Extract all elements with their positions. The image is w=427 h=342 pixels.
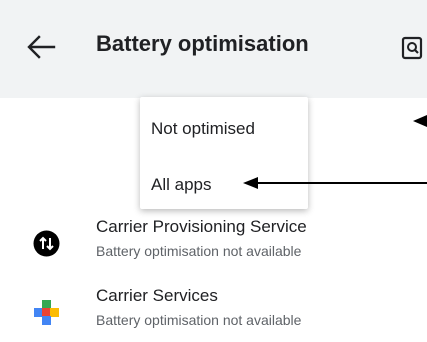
menu-item-label: Not optimised [151,119,255,138]
menu-item-not-optimised[interactable]: Not optimised [140,99,308,153]
carrier-services-icon [33,299,60,326]
filter-dropdown-menu: Not optimised All apps [140,97,308,209]
carrier-provisioning-icon [33,230,60,257]
annotation-arrow-top [413,115,427,127]
app-name: Carrier Services [96,286,218,305]
app-status: Battery optimisation not available [96,312,302,328]
search-settings-icon[interactable] [400,36,424,60]
menu-item-all-apps[interactable]: All apps [140,155,308,209]
app-list-item[interactable]: Carrier Provisioning Service Battery opt… [0,207,427,273]
arrow-back-icon[interactable] [26,34,56,60]
page-title: Battery optimisation [96,31,309,56]
app-bar: Battery optimisation [0,0,427,98]
app-status: Battery optimisation not available [96,243,302,259]
menu-item-label: All apps [151,175,212,194]
app-list-item[interactable]: Carrier Services Battery optimisation no… [0,276,427,342]
app-name: Carrier Provisioning Service [96,217,307,236]
